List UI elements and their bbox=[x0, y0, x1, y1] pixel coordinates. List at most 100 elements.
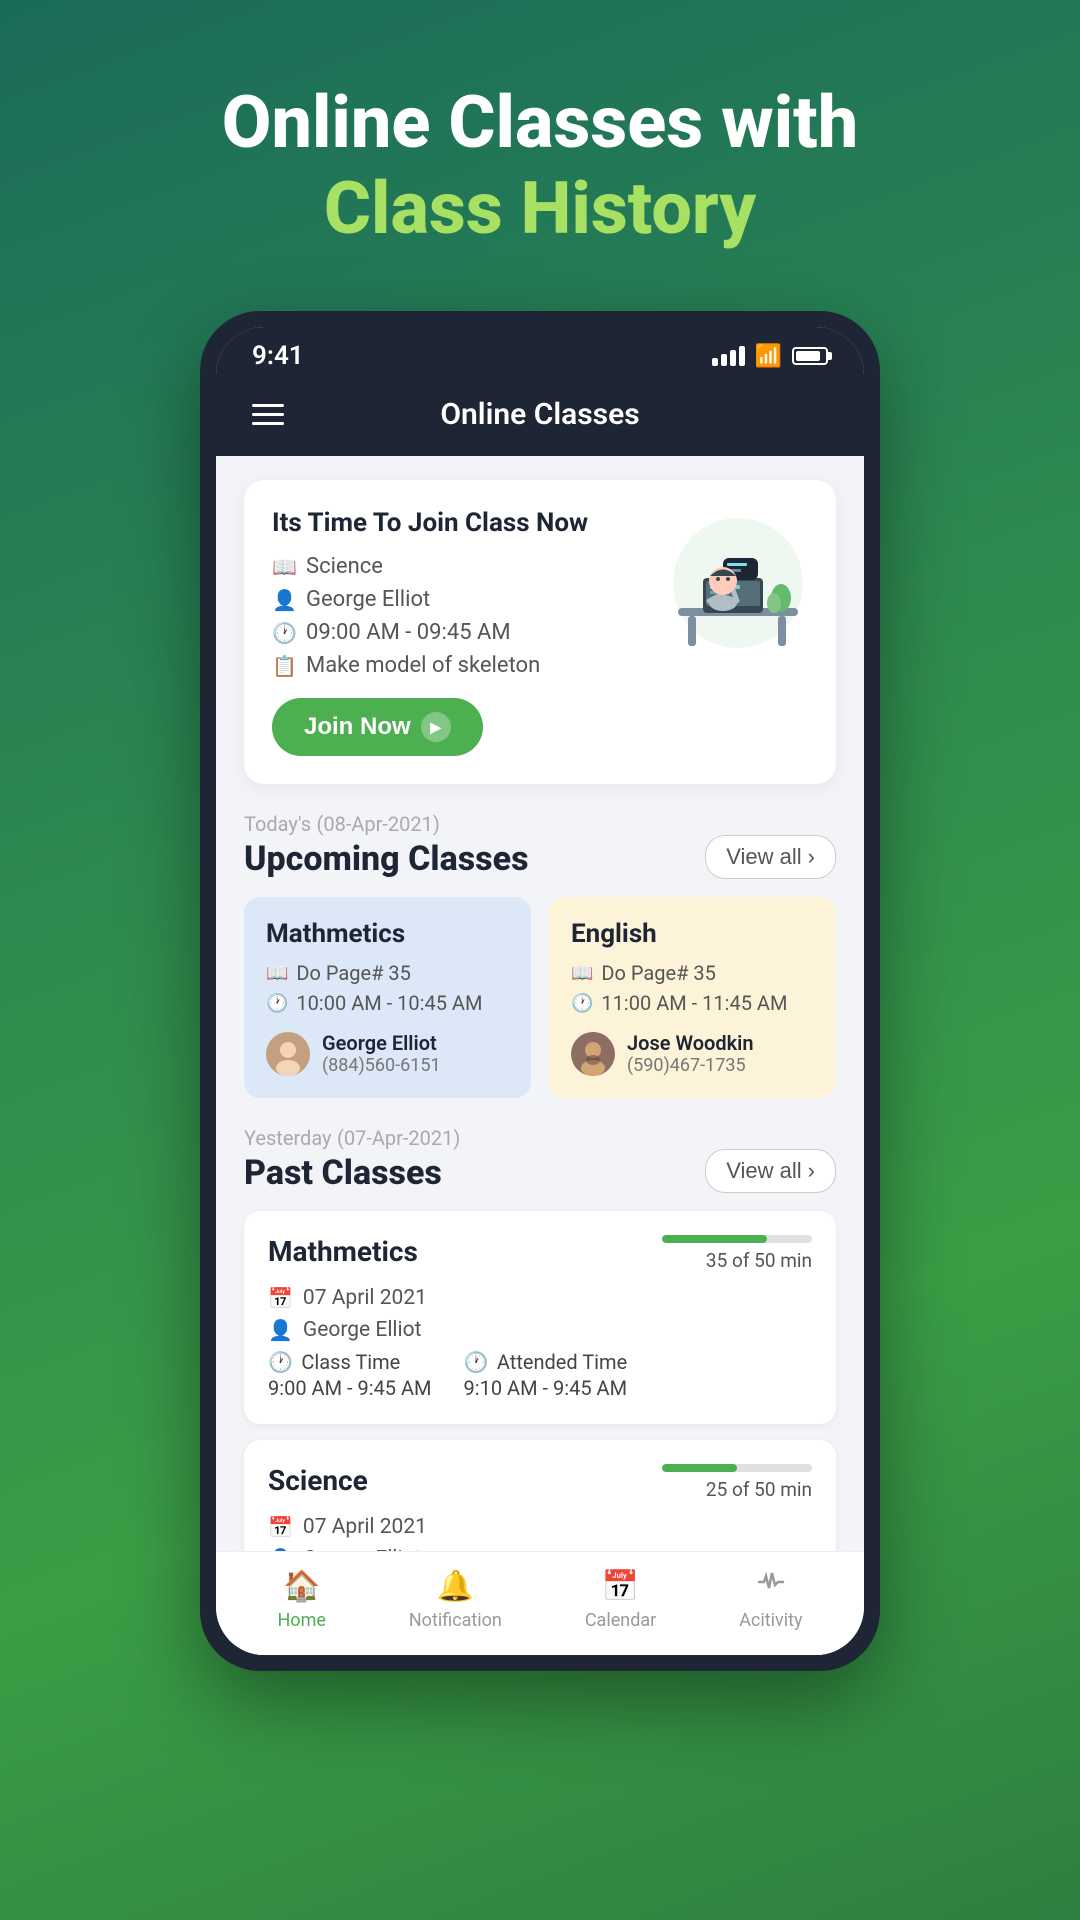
nav-item-calendar[interactable]: 📅 Calendar bbox=[585, 1569, 656, 1631]
battery-icon bbox=[792, 347, 828, 365]
math-teacher-row: George Elliot (884)560-6151 bbox=[266, 1031, 509, 1076]
nav-item-activity[interactable]: Acitivity bbox=[739, 1568, 802, 1631]
past-math-class-time: 9:00 AM - 9:45 AM bbox=[268, 1376, 432, 1400]
upcoming-class-card-math: Mathmetics 📖 Do Page# 35 🕐 10:00 AM - 10… bbox=[244, 897, 531, 1098]
phone-screen: 9:41 📶 Online Classes bbox=[216, 327, 864, 1655]
math-subject: Mathmetics bbox=[266, 919, 509, 949]
past-math-class-time-label: 🕐 Class Time bbox=[268, 1350, 432, 1374]
past-science-progress: 25 of 50 min bbox=[662, 1464, 812, 1501]
english-teacher-name: Jose Woodkin bbox=[627, 1031, 754, 1055]
person-icon: 👤 bbox=[272, 588, 296, 612]
past-math-attended-time: 9:10 AM - 9:45 AM bbox=[464, 1376, 628, 1400]
bottom-nav: 🏠 Home 🔔 Notification 📅 Calendar Acitivi… bbox=[216, 1551, 864, 1655]
math-time: 10:00 AM - 10:45 AM bbox=[296, 991, 482, 1015]
upcoming-date: (08-Apr-2021) bbox=[317, 812, 440, 836]
clock-icon: 🕐 bbox=[571, 993, 593, 1014]
english-subject: English bbox=[571, 919, 814, 949]
join-subject: Science bbox=[306, 554, 383, 579]
book-icon: 📖 bbox=[272, 555, 296, 579]
past-science-header: Science 25 of 50 min bbox=[268, 1464, 812, 1501]
bell-icon: 🔔 bbox=[437, 1569, 474, 1604]
nav-calendar-label: Calendar bbox=[585, 1610, 656, 1631]
past-science-subject: Science bbox=[268, 1464, 368, 1497]
book-icon: 📖 bbox=[571, 963, 593, 984]
nav-item-home[interactable]: 🏠 Home bbox=[277, 1569, 325, 1631]
clock-icon: 🕐 bbox=[272, 621, 296, 645]
upcoming-view-all-label: View all bbox=[726, 844, 801, 870]
past-math-progress-fill bbox=[662, 1235, 767, 1243]
activity-icon bbox=[757, 1568, 785, 1604]
past-math-teacher: George Elliot bbox=[303, 1318, 422, 1342]
nav-home-label: Home bbox=[277, 1610, 325, 1631]
nav-notification-label: Notification bbox=[409, 1610, 502, 1631]
play-icon: ▶ bbox=[421, 712, 451, 742]
nav-title: Online Classes bbox=[440, 397, 639, 432]
past-math-date: 07 April 2021 bbox=[303, 1286, 427, 1310]
english-teacher-info: Jose Woodkin (590)467-1735 bbox=[627, 1031, 754, 1076]
status-icons: 📶 bbox=[712, 344, 828, 369]
page-headline: Online Classes with Class History bbox=[222, 80, 858, 251]
past-science-progress-bar bbox=[662, 1464, 812, 1472]
status-time: 9:41 bbox=[252, 341, 304, 371]
class-time-label-text: Class Time bbox=[301, 1350, 400, 1374]
past-math-date-row: 📅 07 April 2021 bbox=[268, 1286, 812, 1310]
english-time-row: 🕐 11:00 AM - 11:45 AM bbox=[571, 991, 814, 1015]
past-math-subject: Mathmetics bbox=[268, 1235, 418, 1268]
join-teacher-row: 👤 George Elliot bbox=[272, 587, 632, 612]
english-teacher-phone: (590)467-1735 bbox=[627, 1055, 754, 1076]
clock-icon: 🕐 bbox=[266, 993, 288, 1014]
join-now-button[interactable]: Join Now ▶ bbox=[272, 698, 483, 756]
past-label-text: Yesterday bbox=[244, 1126, 332, 1150]
upcoming-labels: Today's (08-Apr-2021) Upcoming Classes bbox=[244, 812, 529, 879]
home-icon: 🏠 bbox=[283, 1569, 320, 1604]
past-title: Past Classes bbox=[244, 1153, 460, 1193]
book-icon: 📖 bbox=[266, 963, 288, 984]
upcoming-section-header: Today's (08-Apr-2021) Upcoming Classes V… bbox=[244, 812, 836, 879]
hamburger-menu[interactable] bbox=[252, 404, 284, 425]
top-nav: Online Classes bbox=[216, 381, 864, 456]
join-time: 09:00 AM - 09:45 AM bbox=[306, 620, 511, 645]
past-science-date: 07 April 2021 bbox=[303, 1515, 427, 1539]
calendar-icon: 📅 bbox=[602, 1569, 639, 1604]
nav-activity-label: Acitivity bbox=[739, 1610, 802, 1631]
english-teacher-row: Jose Woodkin (590)467-1735 bbox=[571, 1031, 814, 1076]
upcoming-view-all-button[interactable]: View all › bbox=[705, 835, 836, 879]
phone-mockup: 9:41 📶 Online Classes bbox=[200, 311, 880, 1671]
scroll-content[interactable]: Its Time To Join Class Now 📖 Science 👤 G… bbox=[216, 456, 864, 1551]
past-science-progress-text: 25 of 50 min bbox=[706, 1478, 812, 1501]
past-math-progress-text: 35 of 50 min bbox=[706, 1249, 812, 1272]
past-math-attended-time-block: 🕐 Attended Time 9:10 AM - 9:45 AM bbox=[464, 1350, 628, 1400]
join-illustration bbox=[648, 508, 808, 662]
clock-icon: 🕐 bbox=[268, 1350, 293, 1374]
chevron-right-icon: › bbox=[808, 844, 815, 870]
clock-icon: 🕐 bbox=[464, 1350, 489, 1374]
nav-item-notification[interactable]: 🔔 Notification bbox=[409, 1569, 502, 1631]
chevron-right-icon: › bbox=[808, 1158, 815, 1184]
past-date-label: Yesterday (07-Apr-2021) bbox=[244, 1126, 460, 1151]
calendar-icon: 📅 bbox=[268, 1515, 293, 1539]
upcoming-class-card-english: English 📖 Do Page# 35 🕐 11:00 AM - 11:45… bbox=[549, 897, 836, 1098]
past-math-attended-label: 🕐 Attended Time bbox=[464, 1350, 628, 1374]
past-math-progress-bar bbox=[662, 1235, 812, 1243]
past-math-header: Mathmetics 35 of 50 min bbox=[268, 1235, 812, 1272]
english-task: Do Page# 35 bbox=[601, 961, 715, 985]
past-view-all-button[interactable]: View all › bbox=[705, 1149, 836, 1193]
past-science-date-row: 📅 07 April 2021 bbox=[268, 1515, 812, 1539]
join-card-title: Its Time To Join Class Now bbox=[272, 508, 632, 538]
past-section: Yesterday (07-Apr-2021) Past Classes Vie… bbox=[244, 1126, 836, 1551]
person-icon: 👤 bbox=[268, 1318, 293, 1342]
join-card-left: Its Time To Join Class Now 📖 Science 👤 G… bbox=[272, 508, 632, 756]
english-time: 11:00 AM - 11:45 AM bbox=[601, 991, 787, 1015]
join-task-row: 📋 Make model of skeleton bbox=[272, 653, 632, 678]
join-card: Its Time To Join Class Now 📖 Science 👤 G… bbox=[244, 480, 836, 784]
join-task: Make model of skeleton bbox=[306, 653, 540, 678]
past-labels: Yesterday (07-Apr-2021) Past Classes bbox=[244, 1126, 460, 1193]
headline-line2: Class History bbox=[222, 166, 858, 251]
upcoming-label-text: Today's bbox=[244, 812, 311, 836]
math-teacher-name: George Elliot bbox=[322, 1031, 441, 1055]
past-science-progress-fill bbox=[662, 1464, 737, 1472]
past-card-science: Science 25 of 50 min 📅 07 April 2021 bbox=[244, 1440, 836, 1551]
math-time-row: 🕐 10:00 AM - 10:45 AM bbox=[266, 991, 509, 1015]
task-icon: 📋 bbox=[272, 654, 296, 678]
past-section-header: Yesterday (07-Apr-2021) Past Classes Vie… bbox=[244, 1126, 836, 1193]
